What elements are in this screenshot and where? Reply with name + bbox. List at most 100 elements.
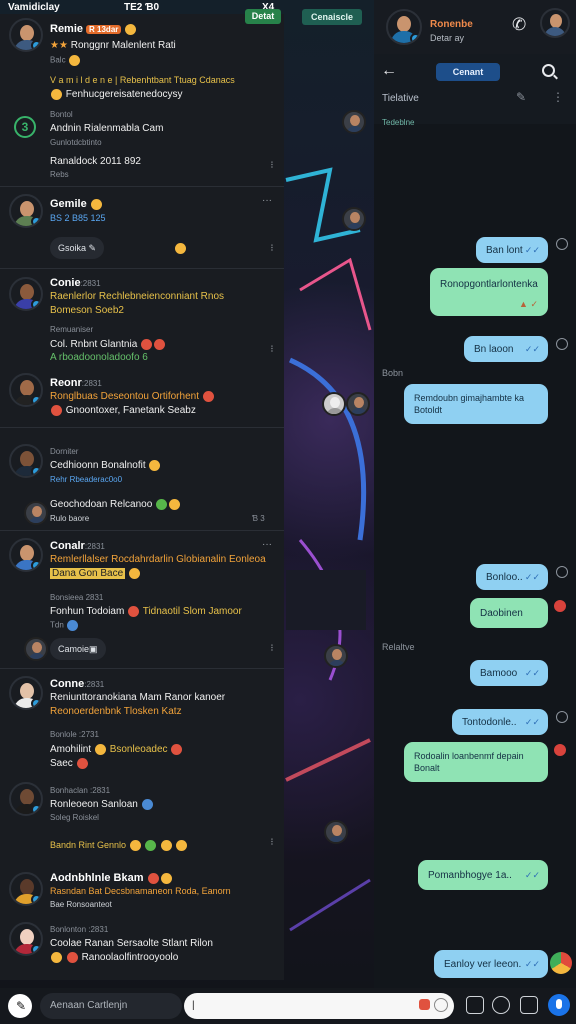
more-menu-icon[interactable]: ⋮ bbox=[552, 90, 564, 104]
section-title: Tielative bbox=[382, 93, 419, 104]
divider bbox=[0, 186, 284, 187]
avatar[interactable] bbox=[342, 110, 366, 134]
post-meta: Remuaniser bbox=[50, 325, 94, 334]
avatar[interactable] bbox=[9, 538, 43, 572]
message-bubble[interactable]: Daobinen bbox=[470, 598, 548, 628]
avatar[interactable] bbox=[9, 444, 43, 478]
avatar[interactable] bbox=[24, 501, 48, 525]
post-author[interactable]: Andnin Rialenmabla Cam bbox=[50, 123, 163, 134]
sticker-icon[interactable] bbox=[419, 999, 430, 1010]
contact-avatar[interactable] bbox=[386, 9, 422, 45]
read-receipt bbox=[556, 566, 568, 578]
post-author[interactable]: Conne:2831 bbox=[50, 678, 104, 690]
post-author[interactable]: Conie:2831 bbox=[50, 277, 101, 289]
read-receipt bbox=[556, 338, 568, 350]
section-subtitle: Tedeblne bbox=[382, 118, 415, 127]
post-meta: Bonlole :2731 bbox=[50, 730, 99, 739]
status-time: TE2 Ɓ0 bbox=[124, 1, 160, 13]
post-text: Col. Rnbnt Glantnia bbox=[50, 339, 166, 350]
gallery-icon[interactable] bbox=[492, 996, 510, 1014]
message-bubble[interactable]: Rodoalin loanbenmf depain Bonalt bbox=[404, 742, 548, 782]
avatar[interactable] bbox=[9, 922, 43, 956]
avatar[interactable] bbox=[9, 782, 43, 816]
post-meta: Bontol bbox=[50, 110, 73, 119]
reaction-icon[interactable] bbox=[550, 952, 572, 974]
more-menu-icon[interactable]: ⁝ bbox=[268, 838, 276, 848]
avatar[interactable] bbox=[342, 207, 366, 231]
avatar[interactable] bbox=[9, 373, 43, 407]
mic-icon[interactable] bbox=[548, 994, 570, 1016]
message-bubble[interactable]: Bn laoon ✓✓ bbox=[464, 336, 548, 362]
contact-name[interactable]: Ronenbe bbox=[430, 19, 473, 30]
avatar[interactable] bbox=[9, 277, 43, 311]
left-composer-field[interactable]: Aenaan Cartlenjn bbox=[40, 993, 182, 1019]
date-divider: Relaltve bbox=[382, 642, 415, 652]
middle-action-button[interactable]: Cenaiscle bbox=[302, 9, 362, 25]
avatar[interactable] bbox=[9, 194, 43, 228]
camera-icon[interactable] bbox=[466, 996, 484, 1014]
message-bubble[interactable]: Tontodonle.. ✓✓ bbox=[452, 709, 548, 735]
unread-indicator bbox=[554, 744, 566, 756]
message-bubble[interactable]: Ronopgontlarlontenka ▲ ✓ bbox=[430, 268, 548, 316]
reply-chip[interactable]: Gsoika ✎ bbox=[50, 237, 105, 259]
post-author[interactable]: Aodnbhlnle Bkam bbox=[50, 872, 173, 884]
avatar[interactable] bbox=[346, 392, 370, 416]
more-menu-icon[interactable]: ⁝ bbox=[268, 345, 276, 355]
chat-filter-chip[interactable]: Cenant bbox=[436, 63, 500, 81]
post-text: Fenhucgereisatenedocysy bbox=[50, 89, 183, 100]
pin-icon[interactable]: ✎ bbox=[516, 90, 526, 104]
post-text: ★★ Ronggnr Malenlent Rati bbox=[50, 40, 176, 51]
divider bbox=[0, 530, 284, 531]
post-text: Amohilint Bsonleoadec bbox=[50, 744, 183, 755]
avatar[interactable] bbox=[9, 676, 43, 710]
message-bubble[interactable]: Remdoubn gimajhambte ka Botoldt bbox=[404, 384, 548, 424]
post-meta: Rebs bbox=[50, 170, 69, 179]
post-text: Bandn Rint Gennlo bbox=[50, 840, 188, 852]
more-menu-icon[interactable]: ··· bbox=[262, 540, 272, 550]
message-bubble[interactable]: Ban lont ✓✓ bbox=[476, 237, 548, 263]
post-text: Coolae Ranan Sersaolte Stlant Rilon bbox=[50, 938, 213, 949]
post-meta: Rulo baore bbox=[50, 514, 90, 523]
post-author[interactable]: Remie R 13dar bbox=[50, 23, 137, 35]
message-input[interactable]: | bbox=[184, 993, 454, 1019]
compose-icon[interactable]: ✎ bbox=[8, 994, 32, 1018]
post-text: Saec bbox=[50, 758, 89, 769]
avatar[interactable] bbox=[9, 18, 43, 52]
post-meta: Dorniter bbox=[50, 447, 79, 456]
emoji-icon[interactable] bbox=[434, 998, 448, 1012]
attach-icon[interactable] bbox=[520, 996, 538, 1014]
more-menu-icon[interactable]: ⁝ bbox=[268, 161, 276, 171]
post-meta: Soleg Roiskel bbox=[50, 813, 99, 822]
post-text: A rboadoonoladoofo 6 bbox=[50, 352, 148, 363]
post-author[interactable]: Reonr:2831 bbox=[50, 377, 102, 389]
avatar[interactable] bbox=[322, 392, 346, 416]
message-bubble[interactable]: Bamooo ✓✓ bbox=[470, 660, 548, 686]
message-bubble[interactable]: Eanloy ver leeon. ✓✓ bbox=[434, 950, 548, 978]
post-author[interactable]: Conalr:2831 bbox=[50, 540, 105, 552]
phone-icon[interactable]: ✆ bbox=[512, 15, 526, 35]
more-menu-icon[interactable]: ⁝ bbox=[268, 644, 276, 654]
reaction-icon[interactable] bbox=[175, 243, 186, 254]
profile-avatar[interactable] bbox=[540, 8, 570, 38]
message-bubble[interactable]: Pomanbhogye 1a.. ✓✓ bbox=[418, 860, 548, 890]
message-bubble[interactable]: Bonloo.. ✓✓ bbox=[476, 564, 548, 590]
avatar[interactable] bbox=[324, 820, 348, 844]
date-divider: Bobn bbox=[382, 368, 404, 378]
reply-chip[interactable]: Camoie ▣ bbox=[50, 638, 106, 660]
avatar[interactable] bbox=[24, 637, 48, 661]
avatar[interactable] bbox=[9, 872, 43, 906]
avatar[interactable] bbox=[324, 644, 348, 668]
top-action-button[interactable]: Detat bbox=[245, 9, 281, 24]
post-author[interactable]: Gemile bbox=[50, 198, 103, 210]
post-meta: Ɓ 3 bbox=[252, 514, 265, 523]
more-menu-icon[interactable]: ⁝ bbox=[268, 244, 276, 254]
post-text: Reniunttoranokiana Mam Ranor kanoer bbox=[50, 692, 226, 703]
back-arrow-icon[interactable]: ← bbox=[381, 62, 397, 80]
unread-indicator bbox=[554, 600, 566, 612]
feed-panel bbox=[0, 14, 284, 980]
post-text: Ronleoeon Sanloan bbox=[50, 799, 154, 810]
more-menu-icon[interactable]: ··· bbox=[262, 196, 272, 206]
read-receipt bbox=[556, 238, 568, 250]
chat-panel bbox=[374, 0, 576, 990]
status-bar: Vamidiclay TE2 Ɓ0 X4 bbox=[0, 0, 284, 14]
